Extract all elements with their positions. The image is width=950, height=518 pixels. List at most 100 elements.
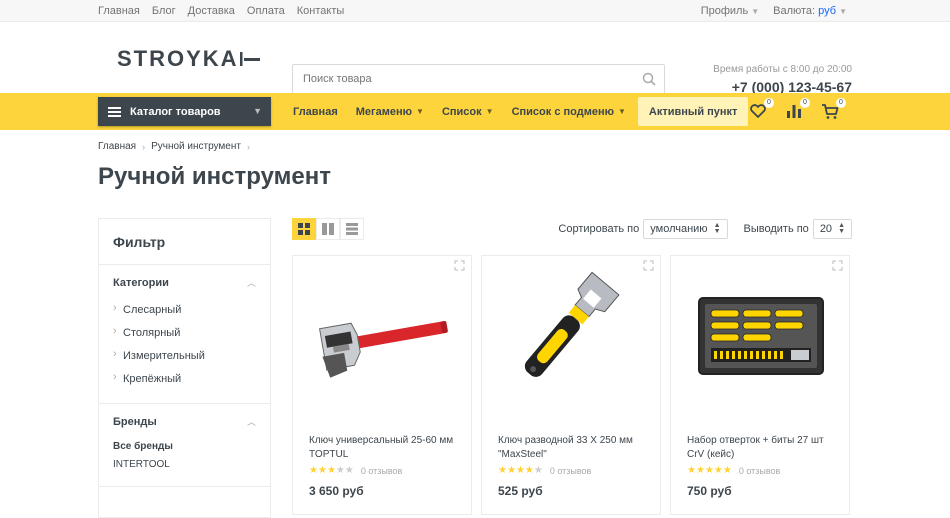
nav-item-home[interactable]: Главная	[284, 97, 347, 126]
sort-select[interactable]: умолчанию ▲ ▼	[643, 219, 728, 239]
filter-brand-item[interactable]: INTERTOOL	[113, 456, 256, 474]
filter-group-categories: Категории ︿ Слесарный Столярный Измерите…	[99, 265, 270, 404]
filter-category-item[interactable]: Столярный	[113, 322, 256, 345]
nav-item-list-submenu[interactable]: Список с подменю ▼	[503, 97, 635, 126]
top-link-payment[interactable]: Оплата	[247, 5, 285, 17]
profile-label: Профиль	[700, 5, 749, 17]
product-rating: ★ ★ ★ ★ ★ 0 отзывов	[498, 465, 591, 476]
site-header: STROYKA Время работы с 8:00 до 20:00 +7 …	[0, 22, 950, 95]
nav-item-megamenu[interactable]: Мегаменю ▼	[347, 97, 433, 126]
star-icon: ★	[317, 465, 327, 476]
product-image[interactable]	[482, 268, 662, 418]
catalog-label: Каталог товаров	[130, 105, 221, 118]
updown-icon: ▲ ▼	[713, 222, 721, 235]
chevron-down-icon: ▼	[751, 7, 760, 16]
contact-info: Время работы с 8:00 до 20:00 +7 (000) 12…	[713, 64, 852, 95]
currency-value: руб	[818, 5, 837, 17]
menu-icon	[108, 105, 121, 119]
product-price: 3 650 руб	[309, 484, 364, 498]
view-grid-button[interactable]	[292, 218, 316, 240]
review-count: 0 отзывов	[360, 465, 403, 476]
product-image[interactable]	[293, 268, 473, 418]
filter-group-brands: Бренды ︿ Все бренды INTERTOOL	[99, 404, 270, 487]
star-icon: ★	[506, 465, 516, 476]
top-link-contacts[interactable]: Контакты	[297, 5, 345, 17]
work-hours: Время работы с 8:00 до 20:00	[713, 64, 852, 75]
catalog-button[interactable]: Каталог товаров ▼	[98, 97, 271, 126]
breadcrumb-current[interactable]: Ручной инструмент	[151, 141, 241, 152]
show-label: Выводить по	[743, 223, 809, 235]
star-icon: ★	[498, 465, 507, 476]
nav-item-label: Мегаменю	[355, 105, 413, 118]
product-rating: ★ ★ ★ ★ ★ 0 отзывов	[309, 465, 402, 476]
wishlist-button[interactable]: 0	[748, 98, 774, 121]
top-link-blog[interactable]: Блог	[152, 5, 176, 17]
product-price: 525 руб	[498, 484, 543, 498]
star-icon: ★	[335, 465, 345, 476]
chevron-up-icon[interactable]: ︿	[247, 276, 256, 289]
columns-icon	[322, 223, 334, 235]
page-title: Ручной инструмент	[98, 163, 331, 190]
logo-text: STROYKA	[117, 46, 239, 71]
review-count: 0 отзывов	[549, 465, 592, 476]
grid-icon	[298, 223, 310, 235]
chevron-down-icon: ▼	[485, 107, 494, 116]
chevron-down-icon: ▼	[839, 7, 847, 16]
per-page-select[interactable]: 20 ▲ ▼	[812, 219, 852, 239]
nav-item-label: Главная	[293, 105, 338, 118]
currency-dropdown[interactable]: Валюта: руб ▼	[773, 5, 847, 17]
view-list-button[interactable]	[340, 218, 364, 240]
list-icon	[346, 223, 358, 235]
wishlist-count-badge: 0	[764, 98, 774, 108]
site-logo[interactable]: STROYKA	[117, 46, 261, 72]
nav-item-active[interactable]: Активный пункт	[637, 97, 749, 126]
filter-category-item[interactable]: Слесарный	[113, 299, 256, 322]
product-image[interactable]	[671, 268, 851, 418]
compare-button[interactable]: 0	[784, 98, 810, 121]
search-input[interactable]	[293, 65, 623, 93]
product-name[interactable]: Набор отверток + биты 27 шт CrV (кейс)	[687, 434, 837, 462]
star-icon: ★	[695, 465, 705, 476]
updown-icon: ▲ ▼	[838, 222, 845, 235]
search-icon[interactable]	[642, 72, 656, 86]
star-icon: ★	[524, 465, 534, 476]
sort-bar: Сортировать по умолчанию ▲ ▼ Выводить по …	[558, 219, 852, 239]
top-link-home[interactable]: Главная	[98, 5, 140, 17]
breadcrumb-home[interactable]: Главная	[98, 141, 136, 152]
cart-button[interactable]: 0	[820, 98, 846, 121]
product-name[interactable]: Ключ универсальный 25-60 мм TOPTUL	[309, 434, 459, 462]
filter-group-title[interactable]: Категории	[113, 277, 256, 289]
top-link-delivery[interactable]: Доставка	[188, 5, 235, 17]
star-icon: ★	[309, 465, 318, 476]
chevron-down-icon: ▼	[253, 106, 262, 116]
chevron-right-icon: ›	[142, 141, 146, 152]
search-box	[292, 64, 665, 94]
product-card[interactable]: Ключ универсальный 25-60 мм TOPTUL ★ ★ ★…	[292, 255, 472, 515]
currency-label: Валюта:	[773, 5, 816, 17]
chevron-down-icon: ▼	[416, 107, 424, 116]
star-icon: ★	[722, 465, 732, 476]
chevron-down-icon: ▼	[618, 107, 626, 116]
star-icon: ★	[704, 465, 714, 476]
top-right: Профиль ▼ Валюта: руб ▼	[701, 5, 847, 17]
filter-group-title[interactable]: Бренды	[113, 416, 256, 428]
filter-brand-item[interactable]: Все бренды	[113, 438, 256, 456]
filter-title: Фильтр	[99, 219, 270, 265]
top-links: Главная Блог Доставка Оплата Контакты	[98, 5, 344, 17]
compare-count-badge: 0	[800, 98, 810, 108]
filter-category-item[interactable]: Крепёжный	[113, 368, 256, 391]
nav-item-list[interactable]: Список ▼	[433, 97, 503, 126]
breadcrumb: Главная › Ручной инструмент ›	[98, 141, 250, 152]
chevron-up-icon[interactable]: ︿	[247, 415, 256, 428]
cart-count-badge: 0	[836, 98, 846, 108]
product-grid: Ключ универсальный 25-60 мм TOPTUL ★ ★ ★…	[292, 255, 850, 515]
filter-category-item[interactable]: Измерительный	[113, 345, 256, 368]
product-card[interactable]: Набор отверток + биты 27 шт CrV (кейс) ★…	[670, 255, 850, 515]
star-icon: ★	[515, 465, 525, 476]
product-name[interactable]: Ключ разводной 33 X 250 мм "MaxSteel"	[498, 434, 648, 462]
nav-item-label: Список с подменю	[511, 105, 614, 118]
product-card[interactable]: Ключ разводной 33 X 250 мм "MaxSteel" ★ …	[481, 255, 661, 515]
chevron-right-icon: ›	[246, 141, 250, 152]
view-grid-large-button[interactable]	[316, 218, 340, 240]
profile-dropdown[interactable]: Профиль ▼	[701, 5, 759, 17]
